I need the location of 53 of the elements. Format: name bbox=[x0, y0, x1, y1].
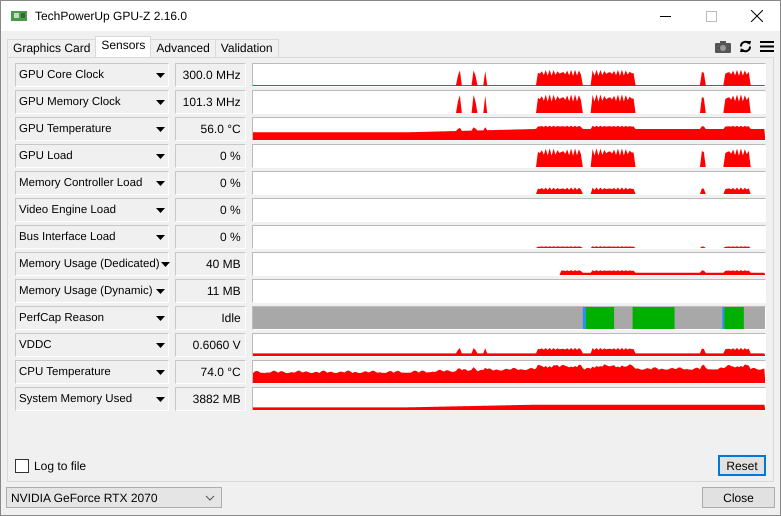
dropdown-arrow-icon bbox=[156, 72, 165, 78]
dropdown-arrow-icon bbox=[156, 370, 165, 374]
sensor-value: 0 % bbox=[175, 144, 246, 168]
sensor-value: 11 MB bbox=[175, 279, 246, 303]
sensor-selector[interactable]: Memory Usage (Dynamic) bbox=[15, 279, 169, 303]
sensor-selector[interactable]: GPU Temperature bbox=[15, 117, 169, 141]
sensor-selector[interactable]: Video Engine Load bbox=[15, 198, 169, 222]
dropdown-arrow-icon bbox=[156, 154, 165, 158]
chevron-down-icon bbox=[205, 494, 215, 500]
dropdown-arrow-icon bbox=[160, 262, 170, 266]
sensor-selector[interactable]: GPU Memory Clock bbox=[15, 90, 169, 114]
sensor-value: 3882 MB bbox=[175, 387, 246, 411]
sensor-value: 0 % bbox=[175, 171, 246, 195]
reset-button[interactable]: Reset bbox=[718, 455, 766, 476]
sensor-selector[interactable]: PerfCap Reason bbox=[15, 306, 169, 330]
dropdown-arrow-icon bbox=[156, 396, 165, 402]
sensor-value: 0 % bbox=[175, 198, 246, 222]
tab[interactable]: Validation bbox=[214, 39, 279, 57]
sensor-value: 56.0 °C bbox=[175, 117, 246, 141]
sensor-value: 0.6060 V bbox=[175, 333, 246, 357]
close-icon[interactable] bbox=[751, 10, 763, 22]
sensor-selector[interactable]: VDDC bbox=[15, 333, 169, 357]
sensor-value: 40 MB bbox=[175, 252, 246, 276]
tab[interactable]: Graphics Card bbox=[7, 39, 96, 57]
dropdown-arrow-icon bbox=[156, 180, 165, 186]
sensor-value: 300.0 MHz bbox=[175, 63, 246, 87]
sensor-value: 74.0 °C bbox=[175, 360, 246, 384]
sensor-selector[interactable]: Bus Interface Load bbox=[15, 225, 169, 249]
dropdown-arrow-icon bbox=[156, 288, 165, 294]
dropdown-arrow-icon bbox=[156, 316, 165, 320]
window-title: TechPowerUp GPU-Z 2.16.0 bbox=[35, 9, 188, 23]
sensor-selector[interactable]: Memory Usage (Dedicated) bbox=[15, 252, 169, 276]
sensor-selector[interactable]: GPU Core Clock bbox=[15, 63, 169, 87]
refresh-icon[interactable] bbox=[739, 40, 752, 53]
sensor-selector[interactable]: CPU Temperature bbox=[15, 360, 169, 384]
dropdown-arrow-icon bbox=[156, 126, 165, 132]
sensor-value: 101.3 MHz bbox=[175, 90, 246, 114]
camera-icon[interactable] bbox=[715, 40, 731, 52]
sensor-value: 0 % bbox=[175, 225, 246, 249]
dropdown-arrow-icon bbox=[156, 342, 165, 348]
dropdown-arrow-icon bbox=[156, 234, 165, 240]
tab[interactable]: Sensors bbox=[95, 36, 152, 57]
sensor-value: Idle bbox=[175, 306, 246, 330]
sensor-selector[interactable]: System Memory Used bbox=[15, 387, 169, 411]
log-to-file-checkbox[interactable]: Log to file bbox=[15, 458, 86, 472]
sensor-selector[interactable]: Memory Controller Load bbox=[15, 171, 169, 195]
dropdown-arrow-icon bbox=[156, 208, 165, 212]
close-button[interactable]: Close bbox=[702, 487, 775, 508]
graphics-card-icon bbox=[11, 10, 27, 22]
gpu-select[interactable]: NVIDIA GeForce RTX 2070 bbox=[6, 487, 222, 508]
sensor-selector[interactable]: GPU Load bbox=[15, 144, 169, 168]
menu-icon[interactable] bbox=[760, 41, 774, 52]
dropdown-arrow-icon bbox=[156, 100, 165, 104]
